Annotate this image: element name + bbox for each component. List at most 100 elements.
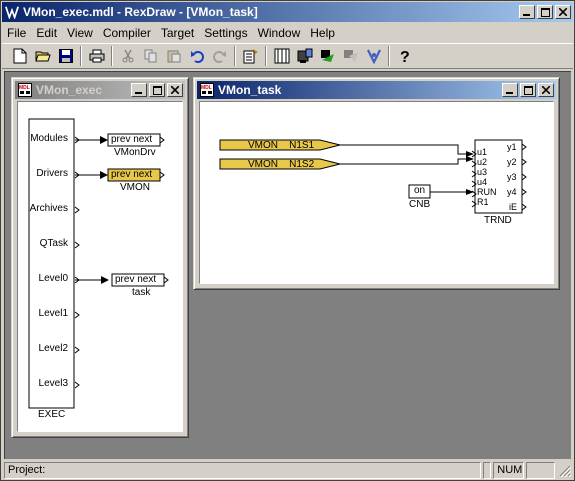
open-folder-icon[interactable] [31,45,54,67]
toolbar: ? [2,43,573,69]
status-num: NUM [493,461,525,479]
trnd-output-port-arrow[interactable] [521,203,527,211]
paste-icon[interactable] [162,45,185,67]
rexdraw-app-icon[interactable] [5,5,19,19]
toolbar-separator [234,46,236,66]
trnd-output-y4: y4 [507,187,517,197]
exec-maximize-button[interactable] [149,83,165,97]
status-project: Project: [4,461,482,479]
exec-block-label: EXEC [38,409,66,420]
svg-text:MDL: MDL [201,85,212,91]
main-title-bar[interactable]: VMon_exec.mdl - RexDraw - [VMon_task] [2,2,573,22]
trnd-input-u1: u1 [477,147,488,157]
exec-port-arrow[interactable] [74,241,80,249]
exec-port-level0: Level0 [38,273,68,284]
maximize-button[interactable] [537,5,553,19]
task-diagram-canvas[interactable]: VMON__N1S1 VMON__N1S2 on CNB u1 u2 u3 u4… [199,101,554,284]
toolbar-separator [111,46,113,66]
task-maximize-button[interactable] [520,83,536,97]
compile-icon[interactable] [239,45,262,67]
exec-port-arrow[interactable] [74,311,80,319]
cut-icon[interactable] [116,45,139,67]
exec-minimize-button[interactable] [131,83,147,97]
mdi-client-area: MDL VMon_exec Modules Drivers Archives Q… [4,71,571,459]
undo-icon[interactable] [185,45,208,67]
new-file-icon[interactable] [8,45,31,67]
vmondrv-ports-text: prev next [111,134,153,145]
help-icon[interactable]: ? [393,45,416,67]
toolbar-separator [80,46,82,66]
connect-icon[interactable] [316,45,339,67]
copy-icon[interactable] [139,45,162,67]
menu-window[interactable]: Window [253,24,306,42]
menu-target[interactable]: Target [156,24,199,42]
vmon-ports-text: prev next [111,169,153,180]
task-close-button[interactable] [538,83,554,97]
vmon-n1s1-label: VMON__N1S1 [248,140,315,151]
mdl-document-icon: MDL [200,83,214,97]
toolbar-separator [388,46,390,66]
exec-block[interactable] [28,118,75,409]
svg-text:?: ? [400,49,410,64]
menu-help[interactable]: Help [305,24,340,42]
trnd-input-u2: u2 [477,157,488,167]
resize-grip-icon[interactable] [557,463,572,478]
print-icon[interactable] [85,45,108,67]
menu-compiler[interactable]: Compiler [98,24,156,42]
close-button[interactable] [555,5,571,19]
exec-port-arrow[interactable] [74,381,80,389]
status-indicator-empty [483,461,492,479]
status-bar: Project: NUM [2,460,573,480]
menu-file[interactable]: File [2,24,31,42]
mdl-document-icon: MDL [18,83,32,97]
trnd-output-port-arrow[interactable] [521,158,527,166]
task-label: task [132,287,151,298]
vmondrv-label: VMonDrv [114,147,156,158]
exec-window-title: VMon_exec [36,83,103,97]
menu-settings[interactable]: Settings [199,24,252,42]
task-minimize-button[interactable] [502,83,518,97]
watch-icon[interactable] [339,45,362,67]
trnd-output-port-arrow[interactable] [521,173,527,181]
task-window-title: VMon_task [218,83,282,97]
trnd-label: TRND [484,215,512,226]
vmon-n1s2-label: VMON__N1S2 [248,159,315,170]
target-icon[interactable] [362,45,385,67]
minimize-button[interactable] [519,5,535,19]
vmon-label: VMON [120,182,150,193]
trnd-output-port-arrow[interactable] [521,188,527,196]
save-icon[interactable] [54,45,77,67]
exec-child-window[interactable]: MDL VMon_exec Modules Drivers Archives Q… [11,77,189,438]
task-child-window[interactable]: MDL VMon_task VMON__N1S1 VMON__N1S2 on C… [193,77,560,290]
menu-edit[interactable]: Edit [31,24,62,42]
exec-diagram-canvas[interactable]: Modules Drivers Archives QTask Level0 Le… [17,101,183,432]
trnd-output-port-arrow[interactable] [521,143,527,151]
menu-view[interactable]: View [62,24,98,42]
redo-icon[interactable] [208,45,231,67]
exec-close-button[interactable] [167,83,183,97]
window-title: VMon_exec.mdl - RexDraw - [VMon_task] [23,5,258,19]
trnd-output-ie: iE [509,202,518,212]
task-ports-text: prev next [115,274,157,285]
exec-port-archives: Archives [29,203,68,214]
svg-text:MDL: MDL [19,85,30,91]
exec-port-arrow[interactable] [74,346,80,354]
exec-port-modules: Modules [30,133,68,144]
status-scroll [526,461,555,479]
exec-port-arrow[interactable] [74,206,80,214]
cnb-value: on [414,185,426,196]
toolbar-separator [265,46,267,66]
download-icon[interactable] [293,45,316,67]
task-window-title-bar[interactable]: MDL VMon_task [197,81,556,99]
trnd-input-u4: u4 [477,177,488,187]
diagnostics-icon[interactable] [270,45,293,67]
menu-bar: File Edit View Compiler Target Settings … [2,24,573,42]
exec-port-drivers: Drivers [36,168,68,179]
exec-window-title-bar[interactable]: MDL VMon_exec [15,81,185,99]
trnd-input-r1: R1 [477,197,489,207]
trnd-output-y1: y1 [507,142,517,152]
trnd-input-u3: u3 [477,167,488,177]
rexdraw-window: VMon_exec.mdl - RexDraw - [VMon_task] Fi… [0,0,575,481]
trnd-output-y3: y3 [507,172,517,182]
cnb-label: CNB [409,199,431,210]
